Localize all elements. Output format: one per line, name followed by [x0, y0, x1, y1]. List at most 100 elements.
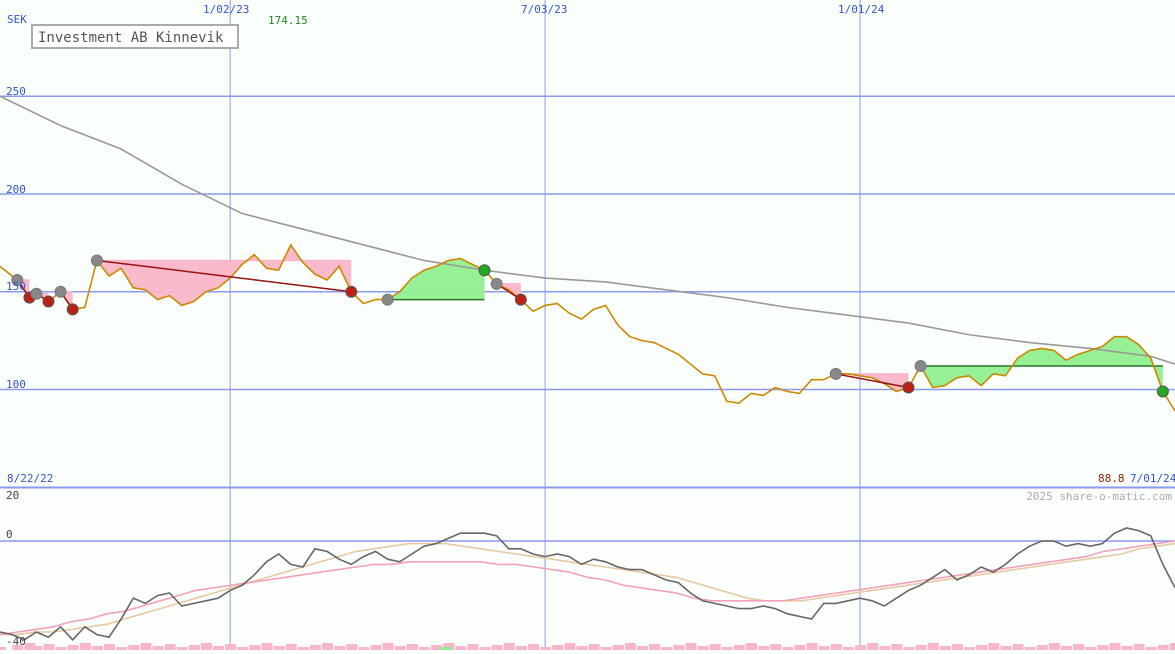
- volume-bar: [1109, 643, 1121, 650]
- last-value-label: 88.8: [1098, 472, 1125, 485]
- volume-bar: [225, 644, 237, 650]
- indicator-y-tick: -40: [6, 635, 26, 648]
- sell-loss-marker: [514, 293, 527, 306]
- volume-bar: [188, 645, 200, 650]
- volume-bar: [285, 644, 297, 650]
- volume-bar: [709, 644, 721, 650]
- volume-bar: [1036, 645, 1048, 650]
- volume-bar: [79, 643, 91, 650]
- volume-bar: [455, 646, 467, 650]
- x-tick-label: 1/02/23: [203, 3, 249, 16]
- x-tick-label: 7/03/23: [521, 3, 567, 16]
- volume-bar: [1121, 646, 1133, 650]
- volume-bar: [1048, 643, 1060, 650]
- buy-marker: [30, 287, 43, 300]
- volume-bar: [649, 644, 661, 650]
- volume-bar: [1000, 646, 1012, 650]
- volume-bar: [1157, 645, 1169, 650]
- sell-loss-marker: [42, 295, 55, 308]
- volume-bar: [31, 646, 43, 650]
- volume-bar: [309, 645, 321, 650]
- volume-bar: [346, 644, 358, 650]
- volume-bar: [128, 645, 140, 650]
- y-tick-label: 200: [6, 183, 26, 196]
- volume-bar: [915, 645, 927, 650]
- volume-bar: [1073, 644, 1085, 650]
- watermark: 2025 share-o-matic.com: [1026, 490, 1172, 503]
- volume-bar: [406, 644, 418, 650]
- buy-marker: [54, 285, 67, 298]
- volume-bar: [612, 645, 624, 650]
- volume-bar: [927, 643, 939, 650]
- chart-canvas: SEK Investment AB Kinnevik 174.15 1/02/2…: [0, 0, 1175, 650]
- volume-bar: [91, 646, 103, 650]
- volume-bar: [1133, 644, 1145, 650]
- volume-bar: [200, 643, 212, 650]
- volume-bar: [322, 643, 334, 650]
- volume-bar: [382, 643, 394, 650]
- volume-bar: [503, 643, 515, 650]
- volume-bar: [624, 643, 636, 650]
- volume-bar: [515, 646, 527, 650]
- x-tick-label: 1/01/24: [838, 3, 885, 16]
- volume-bar: [1012, 644, 1024, 650]
- volume-bar: [758, 646, 770, 650]
- volume-bar: [213, 646, 225, 650]
- volume-bar: [988, 643, 1000, 650]
- volume-bar: [746, 643, 758, 650]
- volume-bar: [830, 644, 842, 650]
- volume-bar: [806, 643, 818, 650]
- volume-bar: [867, 643, 879, 650]
- y-tick-label: 100: [6, 378, 26, 391]
- volume-bar: [164, 644, 176, 650]
- currency-label: SEK: [7, 13, 27, 26]
- volume-bar: [67, 645, 79, 650]
- buy-marker: [914, 360, 927, 373]
- end-date-label: 7/01/24: [1130, 472, 1175, 485]
- sell-loss-marker: [902, 381, 915, 394]
- volume-bar: [794, 645, 806, 650]
- volume-bar: [855, 645, 867, 650]
- volume-bar: [976, 645, 988, 650]
- volume-bar: [394, 646, 406, 650]
- volume-bar: [564, 643, 576, 650]
- volume-bar: [588, 644, 600, 650]
- volume-bar: [43, 644, 55, 650]
- volume-bar: [879, 646, 891, 650]
- buy-marker: [381, 293, 394, 306]
- volume-bar: [697, 646, 709, 650]
- sell-gain-marker: [1156, 385, 1169, 398]
- volume-bar: [951, 644, 963, 650]
- volume-bar: [334, 646, 346, 650]
- volume-bar: [249, 645, 261, 650]
- volume-bar: [891, 644, 903, 650]
- sell-gain-marker: [478, 264, 491, 277]
- stock-chart: SEK Investment AB Kinnevik 174.15 1/02/2…: [0, 0, 1175, 650]
- buy-marker: [90, 254, 103, 267]
- volume-bar: [685, 643, 697, 650]
- price-panel-bg: [0, 0, 1175, 487]
- volume-bar: [939, 646, 951, 650]
- volume-bar: [733, 645, 745, 650]
- volume-bar: [527, 644, 539, 650]
- volume-bar: [1097, 645, 1109, 650]
- volume-bar: [576, 646, 588, 650]
- y-tick-label: 150: [6, 280, 26, 293]
- volume-bar: [818, 646, 830, 650]
- y-tick-label: 250: [6, 85, 26, 98]
- volume-bar: [673, 645, 685, 650]
- buy-marker: [490, 277, 503, 290]
- chart-title: Investment AB Kinnevik: [38, 30, 224, 46]
- volume-bar: [370, 645, 382, 650]
- volume-bar: [467, 644, 479, 650]
- sell-loss-marker: [66, 303, 79, 316]
- buy-marker: [829, 367, 842, 380]
- volume-bar: [140, 643, 152, 650]
- volume-bar: [273, 646, 285, 650]
- volume-bar: [1170, 643, 1175, 650]
- volume-bar: [152, 646, 164, 650]
- volume-bar: [1060, 646, 1072, 650]
- sell-loss-marker: [345, 285, 358, 298]
- indicator-y-tick: 0: [6, 528, 13, 541]
- volume-bar: [491, 645, 503, 650]
